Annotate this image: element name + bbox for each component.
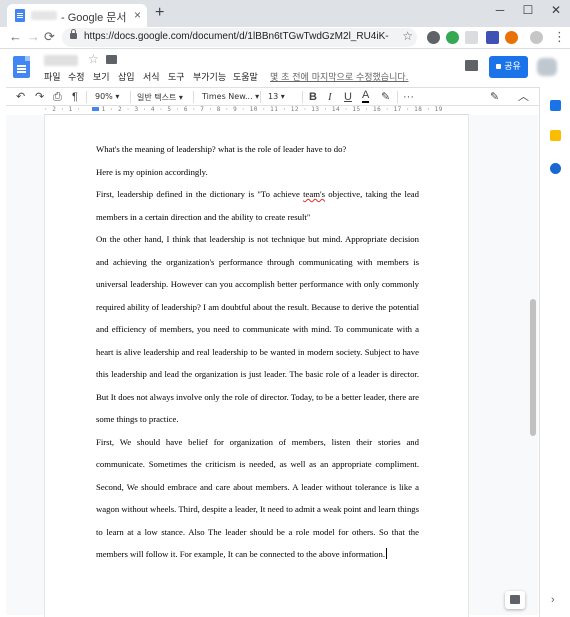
paragraph[interactable]: First, leadership defined in the diction… (96, 183, 419, 228)
extension-puzzle-icon[interactable] (505, 31, 518, 44)
side-panel: › (539, 87, 570, 617)
vertical-scrollbar[interactable] (529, 115, 538, 615)
style-value: 일반 텍스트 (137, 93, 177, 102)
maximize-button[interactable]: ☐ (518, 3, 538, 17)
account-avatar[interactable] (537, 58, 557, 76)
browser-menu-icon[interactable]: ⋮ (553, 29, 566, 45)
tab-close-icon[interactable]: × (134, 8, 141, 22)
font-select[interactable]: Times New... ▾ (202, 92, 259, 101)
font-size-value: 13 (268, 92, 279, 101)
extension-calendar-icon[interactable] (486, 31, 499, 44)
side-panel-collapse-icon[interactable]: › (551, 594, 555, 606)
explore-button[interactable] (505, 591, 525, 609)
document-body[interactable]: What's the meaning of leadership? what i… (96, 138, 419, 566)
underline-button[interactable]: U (344, 90, 352, 104)
menu-format[interactable]: 서식 (143, 70, 160, 83)
paragraph[interactable]: What's the meaning of leadership? what i… (96, 138, 419, 161)
tasks-icon[interactable] (550, 163, 561, 174)
toolbar-divider (130, 91, 131, 103)
highlight-color-icon[interactable]: ✎ (381, 90, 390, 104)
browser-toolbar: ← → ⟳ https://docs.google.com/document/d… (0, 27, 570, 49)
menu-addons[interactable]: 부가기능 (193, 70, 226, 83)
menu-tools[interactable]: 도구 (168, 70, 185, 83)
docs-header: ☆ 파일 수정 보기 삽입 서식 도구 부가기능 도움말 몇 초 전에 마지막으… (0, 49, 570, 86)
lock-icon (70, 29, 77, 39)
bold-button[interactable]: B (309, 90, 317, 104)
text-cursor (386, 548, 388, 559)
keep-icon[interactable] (550, 130, 561, 141)
profile-avatar[interactable] (530, 31, 543, 44)
formatting-toolbar: ↶ ↷ ⎙ ¶ 90% ▾ 일반 텍스트 ▾ Times New... ▾ 13… (6, 87, 540, 106)
share-button[interactable]: 공유 (489, 56, 528, 78)
forward-button[interactable]: → (27, 29, 40, 45)
document-canvas: What's the meaning of leadership? what i… (6, 115, 530, 617)
lock-icon (496, 64, 502, 69)
undo-icon[interactable]: ↶ (16, 90, 25, 104)
redacted-doc-name (31, 11, 57, 20)
font-size-select[interactable]: 13 ▾ (268, 92, 285, 101)
extension-grid-icon[interactable] (465, 31, 478, 44)
docs-logo-icon[interactable] (13, 56, 30, 78)
print-icon[interactable]: ⎙ (53, 90, 62, 104)
reload-button[interactable]: ⟳ (44, 29, 55, 45)
zoom-select[interactable]: 90% ▾ (95, 92, 119, 101)
extension-beta-icon[interactable] (446, 31, 459, 44)
menu-insert[interactable]: 삽입 (118, 70, 135, 83)
paragraph[interactable]: First, We should have belief for organiz… (96, 431, 419, 566)
ruler[interactable]: · 2 · 1 · · 1 · 2 · 3 · 4 · 5 · 6 · 7 · … (44, 106, 469, 115)
paint-format-icon[interactable]: ¶ (72, 90, 78, 104)
toolbar-divider (397, 91, 398, 103)
text-color-button[interactable]: A (362, 90, 370, 103)
zoom-value: 90% (95, 92, 113, 101)
editing-mode-icon[interactable]: ✎ (490, 90, 499, 104)
text-run: First, leadership defined in the diction… (96, 189, 304, 199)
redacted-document-title[interactable] (44, 55, 78, 66)
toolbar-divider (260, 91, 261, 103)
address-bar[interactable]: https://docs.google.com/document/d/1lBBn… (62, 28, 417, 47)
spellcheck-word[interactable]: team's (303, 189, 325, 199)
browser-tab-active[interactable]: - Google 문서 × (7, 4, 147, 27)
calendar-icon[interactable] (550, 100, 561, 111)
ruler-marks: · 2 · 1 · · 1 · 2 · 3 · 4 · 5 · 6 · 7 · … (44, 106, 443, 113)
last-edit-link[interactable]: 몇 초 전에 마지막으로 수정했습니다. (270, 70, 409, 83)
indent-marker[interactable] (92, 107, 99, 111)
browser-titlebar: - Google 문서 × + ─ ☐ ✕ (0, 0, 570, 27)
bookmark-star-icon[interactable]: ☆ (402, 29, 413, 43)
minimize-button[interactable]: ─ (490, 3, 510, 17)
document-page[interactable]: What's the meaning of leadership? what i… (44, 115, 469, 617)
toolbar-divider (86, 91, 87, 103)
menu-file[interactable]: 파일 (44, 70, 61, 83)
star-icon[interactable]: ☆ (88, 52, 99, 66)
docs-favicon-icon (15, 9, 25, 22)
font-value: Times New... (202, 92, 253, 101)
back-button[interactable]: ← (9, 29, 22, 45)
toolbar-divider (302, 91, 303, 103)
toolbar-divider (193, 91, 194, 103)
paragraph[interactable]: On the other hand, I think that leadersh… (96, 228, 419, 431)
tab-title: - Google 문서 (61, 12, 127, 24)
extension-gear-icon[interactable] (427, 31, 440, 44)
paragraph[interactable]: Here is my opinion accordingly. (96, 161, 419, 184)
url-text[interactable]: https://docs.google.com/document/d/1lBBn… (84, 31, 389, 42)
scrollbar-thumb[interactable] (530, 299, 536, 436)
more-options-button[interactable]: ··· (403, 90, 414, 104)
window-close-button[interactable]: ✕ (546, 3, 566, 17)
new-tab-button[interactable]: + (155, 5, 164, 21)
menu-help[interactable]: 도움말 (233, 70, 258, 83)
style-select[interactable]: 일반 텍스트 ▾ (137, 92, 183, 103)
text-run: First, We should have belief for organiz… (96, 436, 420, 560)
move-folder-icon[interactable] (106, 55, 117, 64)
redo-icon[interactable]: ↷ (35, 90, 44, 104)
comment-history-icon[interactable] (465, 60, 478, 71)
menu-edit[interactable]: 수정 (68, 70, 85, 83)
collapse-menus-icon[interactable]: ︿ (518, 90, 529, 104)
menu-view[interactable]: 보기 (93, 70, 110, 83)
italic-button[interactable]: I (328, 90, 332, 104)
share-label: 공유 (504, 62, 521, 72)
